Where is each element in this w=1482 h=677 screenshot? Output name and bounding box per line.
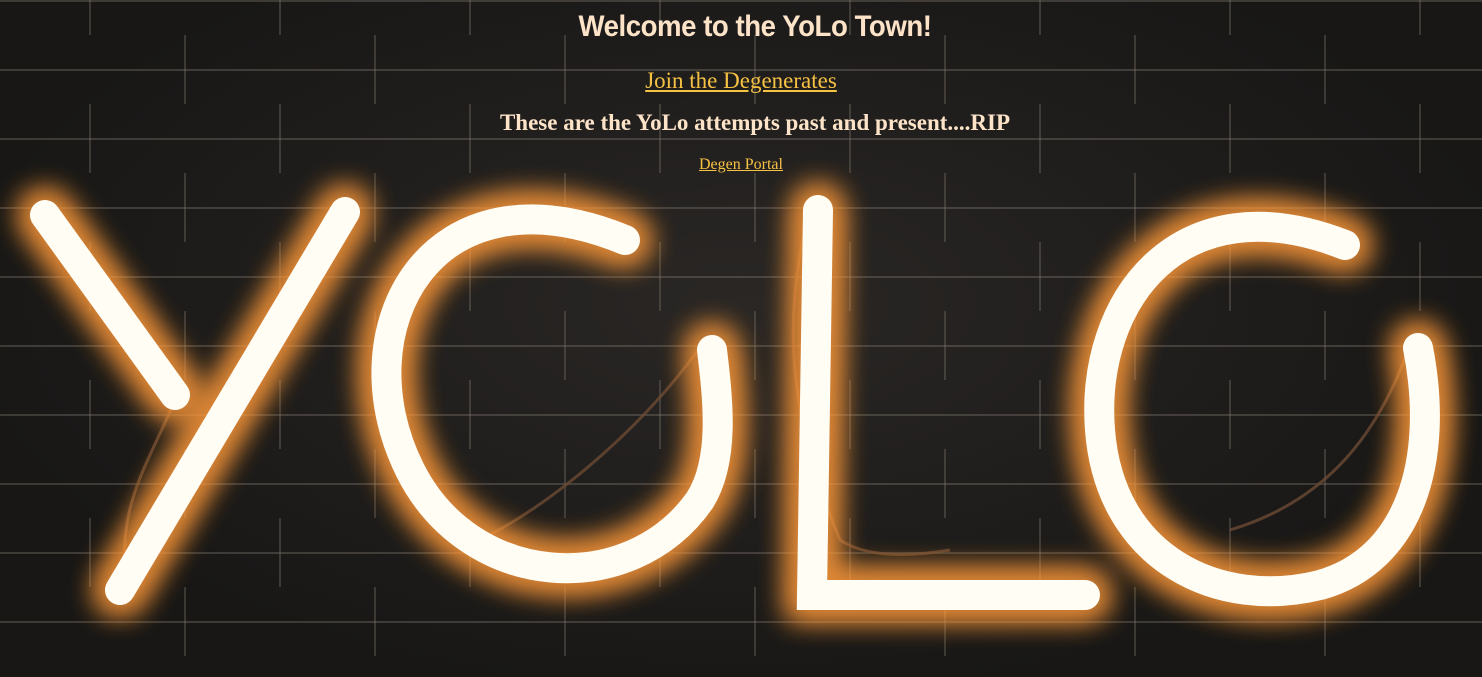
join-degenerates-link[interactable]: Join the Degenerates	[645, 68, 837, 94]
neon-letter-l	[796, 195, 1100, 610]
page-title: Welcome to the YoLo Town!	[578, 10, 932, 43]
degen-portal-link[interactable]: Degen Portal	[699, 156, 783, 174]
neon-letter-o-second	[1084, 211, 1440, 607]
neon-letter-o-first	[371, 204, 733, 584]
page-content: Welcome to the YoLo Town! Join the Degen…	[0, 0, 1482, 174]
neon-letter-y-left-arm	[30, 200, 190, 410]
page-subtitle: These are the YoLo attempts past and pre…	[499, 110, 1011, 135]
neon-glow	[22, 187, 1448, 618]
